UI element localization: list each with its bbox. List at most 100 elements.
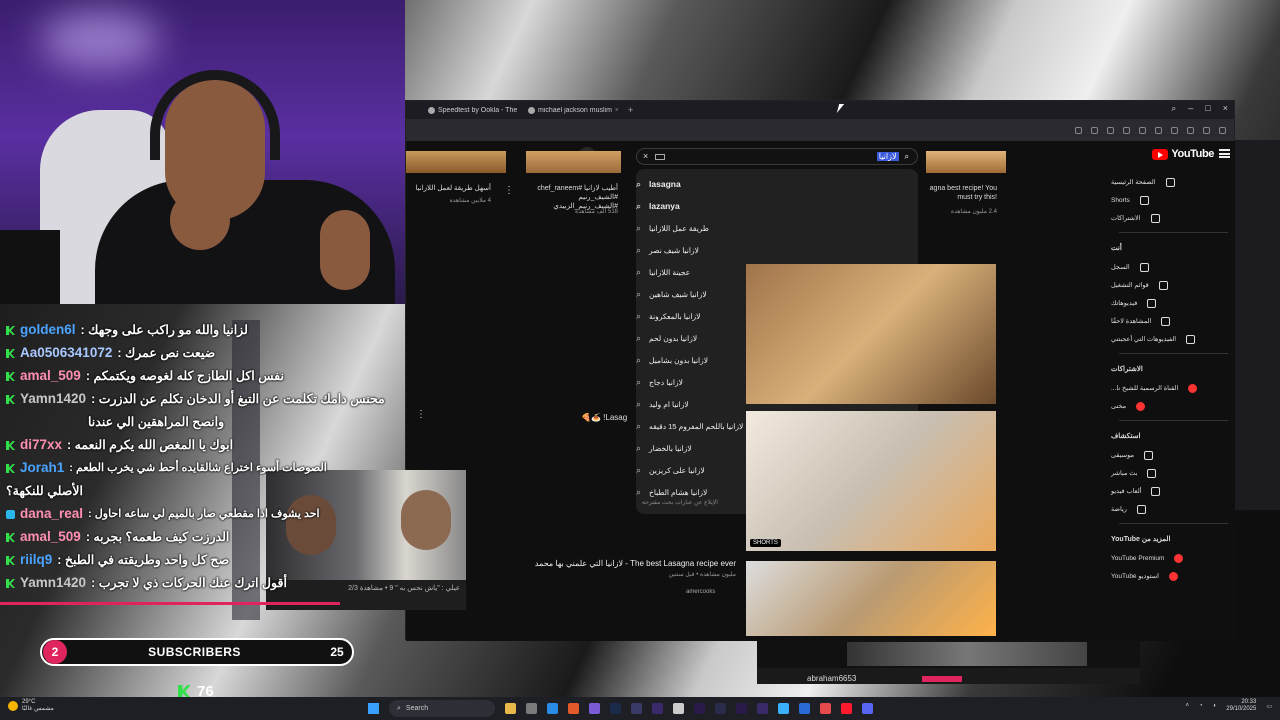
sidebar-item-studio[interactable]: استوديو YouTube — [1111, 567, 1236, 585]
close-tab-icon[interactable]: × — [615, 107, 618, 114]
chat-username: di77xx — [20, 437, 63, 452]
search-tabs-icon[interactable]: ⌕ — [1171, 103, 1176, 114]
chat-username: Yamn1420 — [20, 575, 87, 590]
video-thumbnail[interactable] — [746, 264, 996, 404]
network-icon[interactable]: ◔ — [1199, 703, 1203, 709]
account-icon[interactable] — [1219, 126, 1226, 134]
featured-video-title[interactable]: The best Lasagna recipe ever - لازانيا ا… — [496, 559, 736, 568]
discord-icon[interactable] — [862, 703, 873, 714]
video-thumbnail[interactable] — [926, 151, 1006, 173]
subscriptions-icon — [1150, 213, 1160, 223]
clock[interactable]: 20:33 29/10/2025 — [1226, 699, 1256, 713]
app-icon[interactable] — [820, 703, 831, 714]
playlists-icon — [1158, 280, 1168, 290]
heart-icon[interactable] — [1171, 126, 1178, 134]
new-tab-icon[interactable]: + — [628, 105, 633, 115]
video-thumbnail[interactable] — [746, 411, 996, 551]
sidebar-item-home[interactable]: الصفحة الرئيسية — [1111, 173, 1236, 191]
tab-speedtest[interactable]: Speedtest by Ookla - The × — [428, 106, 518, 114]
video-thumbnail[interactable] — [746, 561, 996, 636]
sidebar-item-gaming[interactable]: ألعاب فيديو — [1111, 482, 1236, 500]
extension-icon[interactable] — [1075, 126, 1082, 134]
notification-icon[interactable]: ▭ — [1266, 703, 1272, 710]
taskbar-search[interactable]: ⌕ Search — [389, 700, 495, 717]
chevron-up-icon[interactable]: ˄ — [1186, 703, 1190, 709]
premiere-icon[interactable] — [736, 703, 747, 714]
file-explorer-icon[interactable] — [505, 703, 516, 714]
ceiling-light — [40, 10, 160, 70]
menu-icon[interactable] — [1219, 149, 1230, 158]
sidebar-item-music[interactable]: موسيقى — [1111, 446, 1236, 464]
brave-icon[interactable] — [568, 703, 579, 714]
youtube-premium-icon — [1174, 553, 1184, 563]
suggestion-item[interactable]: طريقة عمل اللازانيا ⌕ — [636, 217, 918, 239]
sidebar-section-you[interactable]: أنت — [1111, 238, 1236, 258]
suggestion-item[interactable]: lazanya ⌕ — [636, 195, 918, 217]
photoshop-icon[interactable] — [610, 703, 621, 714]
sidebar-item-shorts[interactable]: Shorts — [1111, 191, 1236, 209]
more-actions-icon[interactable]: ⋮ — [416, 409, 426, 420]
video-title-partial[interactable]: 🍕🍝 !Lasag — [581, 413, 627, 422]
subscriber-count: 2 — [43, 640, 67, 664]
audition-icon[interactable] — [757, 703, 768, 714]
sidebar-item-watch-later[interactable]: المشاهدة لاحقًا — [1111, 312, 1236, 330]
emoji-icon: 🍕🍝 — [581, 413, 601, 422]
app-icon[interactable] — [778, 703, 789, 714]
sidebar-item-live[interactable]: بث مباشر — [1111, 464, 1236, 482]
video-thumbnail[interactable] — [406, 151, 506, 173]
tab-michael-jackson[interactable]: michael jackson muslim × — [528, 106, 618, 114]
weather-widget[interactable]: 29°C مشمس غالبًا — [8, 699, 54, 713]
app-icon[interactable] — [673, 703, 684, 714]
sidebar-item-your-videos[interactable]: فيديوهاتك — [1111, 294, 1236, 312]
browser-window: Speedtest by Ookla - The × michael jacks… — [405, 100, 1236, 641]
opera-icon[interactable] — [841, 703, 852, 714]
video-title[interactable]: أسهل طريقة لعمل اللازانيا — [406, 184, 491, 193]
more-actions-icon[interactable]: ⋮ — [504, 185, 514, 196]
visual-studio-icon[interactable] — [589, 703, 600, 714]
sidebar-item-channel[interactable]: مخنى — [1111, 397, 1236, 415]
weather-temp: 29°C — [22, 699, 36, 705]
app-icon[interactable] — [526, 703, 537, 714]
channel-name[interactable]: amercooks — [686, 589, 715, 595]
suggestion-label: لازانيا شيف نصر — [649, 245, 699, 255]
extension-icon[interactable] — [1091, 126, 1098, 134]
after-effects-icon[interactable] — [694, 703, 705, 714]
maximize-icon[interactable]: □ — [1205, 103, 1210, 114]
report-suggestions-link[interactable]: الإبلاغ عن عبارات بحث مقترحة — [642, 499, 718, 506]
suggestion-item[interactable]: لازانيا شيف نصر ⌕ — [636, 239, 918, 261]
app-icon[interactable] — [799, 703, 810, 714]
clip-person — [401, 490, 451, 550]
sidebar-item-subscriptions[interactable]: الاشتراكات — [1111, 209, 1236, 227]
extension-icon[interactable] — [1155, 126, 1162, 134]
app-icon[interactable] — [631, 703, 642, 714]
chat-message: dana_real: احد يشوف اذا مقطعي صار بالميم… — [0, 502, 330, 525]
download-icon[interactable] — [1203, 126, 1210, 134]
suggestion-item[interactable]: lasagna ⌕ — [636, 173, 918, 195]
minimize-icon[interactable]: – — [1188, 103, 1193, 114]
settings-icon[interactable] — [1187, 126, 1194, 134]
sidebar-item-liked[interactable]: الفيديوهات التي أعجبتني — [1111, 330, 1236, 348]
sidebar-item-label: ألعاب فيديو — [1111, 488, 1142, 495]
volume-icon[interactable]: ◖ — [1213, 703, 1217, 709]
sidebar-item-channel[interactable]: القناة الرسمية للشيخ نا... — [1111, 379, 1236, 397]
extension-icon[interactable] — [1123, 126, 1130, 134]
sidebar-item-sports[interactable]: رياضة — [1111, 500, 1236, 518]
suggestion-label: لازانيا بدون بشاميل — [649, 355, 709, 365]
youtube-logo[interactable]: YouTube — [1152, 148, 1214, 160]
video-title[interactable]: agna best recipe! You must try this! — [921, 184, 997, 202]
extension-icon[interactable] — [1107, 126, 1114, 134]
search-placeholder: Search — [405, 705, 429, 712]
vscode-icon[interactable] — [547, 703, 558, 714]
sidebar-section-subscriptions[interactable]: الاشتراكات — [1111, 359, 1236, 379]
sidebar-item-history[interactable]: السجل — [1111, 258, 1236, 276]
extension-icon[interactable] — [1139, 126, 1146, 134]
video-thumbnail[interactable] — [526, 151, 621, 173]
app-icon[interactable] — [715, 703, 726, 714]
windows-start-icon[interactable] — [368, 703, 379, 714]
close-window-icon[interactable]: × — [1223, 103, 1228, 114]
sidebar-item-premium[interactable]: YouTube Premium — [1111, 549, 1236, 567]
audition-icon[interactable] — [652, 703, 663, 714]
sidebar-item-playlists[interactable]: قوائم التشغيل — [1111, 276, 1236, 294]
shorts-icon — [1139, 195, 1149, 205]
sidebar-item-label: السجل — [1111, 264, 1130, 271]
